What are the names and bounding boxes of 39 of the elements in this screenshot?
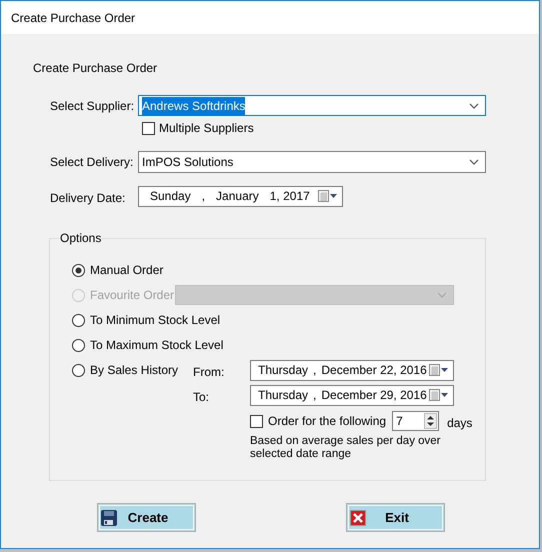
- radio-label: Favourite Order: [90, 287, 174, 304]
- checkbox-label: Multiple Suppliers: [159, 120, 254, 137]
- radio-button[interactable]: [72, 264, 85, 276]
- hint-text: Based on average sales per day over selected date range: [250, 435, 442, 461]
- delivery-dropdown[interactable]: ImPOS Solutions: [138, 151, 486, 173]
- unit-label: days: [447, 414, 472, 432]
- chevron-down-icon: [469, 102, 479, 108]
- date-picker[interactable]: Thursday , December 22, 2016: [250, 360, 454, 380]
- calendar-dropdown-icon: [429, 389, 449, 401]
- calendar-dropdown-icon: [429, 364, 449, 376]
- date-picker[interactable]: Thursday , December 29, 2016: [250, 384, 454, 406]
- number-spinner[interactable]: 7: [392, 411, 440, 431]
- radio-label: By Sales History: [90, 362, 178, 379]
- group-label: Options: [60, 231, 102, 245]
- radio-label: Manual Order: [90, 262, 164, 279]
- field-label: Select Supplier:: [50, 98, 136, 114]
- spin-arrows-icon: [424, 413, 438, 429]
- exit-button[interactable]: Exit: [346, 503, 445, 532]
- field-label: From:: [193, 364, 226, 381]
- checkbox[interactable]: [250, 414, 263, 428]
- radio-button[interactable]: [72, 314, 85, 326]
- field-label: To:: [193, 389, 210, 406]
- chevron-down-icon: [469, 159, 479, 165]
- field-label: Delivery Date:: [50, 190, 126, 206]
- chevron-down-icon: [437, 292, 447, 298]
- calendar-dropdown-icon: [318, 190, 338, 202]
- date-picker[interactable]: Sunday , January 1, 2017: [138, 186, 343, 206]
- section-heading: Create Purchase Order: [33, 60, 158, 76]
- checkbox-label: Order for the following: [268, 413, 386, 430]
- field-label: Select Delivery:: [50, 154, 134, 171]
- radio-button[interactable]: [72, 364, 85, 376]
- radio-label: To Minimum Stock Level: [90, 312, 220, 329]
- radio-button[interactable]: [72, 338, 85, 352]
- close-x-icon: [350, 510, 366, 526]
- window-title: Create Purchase Order: [11, 10, 136, 26]
- radio-label: To Maximum Stock Level: [90, 337, 224, 354]
- checkbox[interactable]: [142, 122, 155, 134]
- create-button[interactable]: Create: [97, 503, 196, 532]
- supplier-dropdown[interactable]: Andrews Softdrinks: [138, 95, 486, 116]
